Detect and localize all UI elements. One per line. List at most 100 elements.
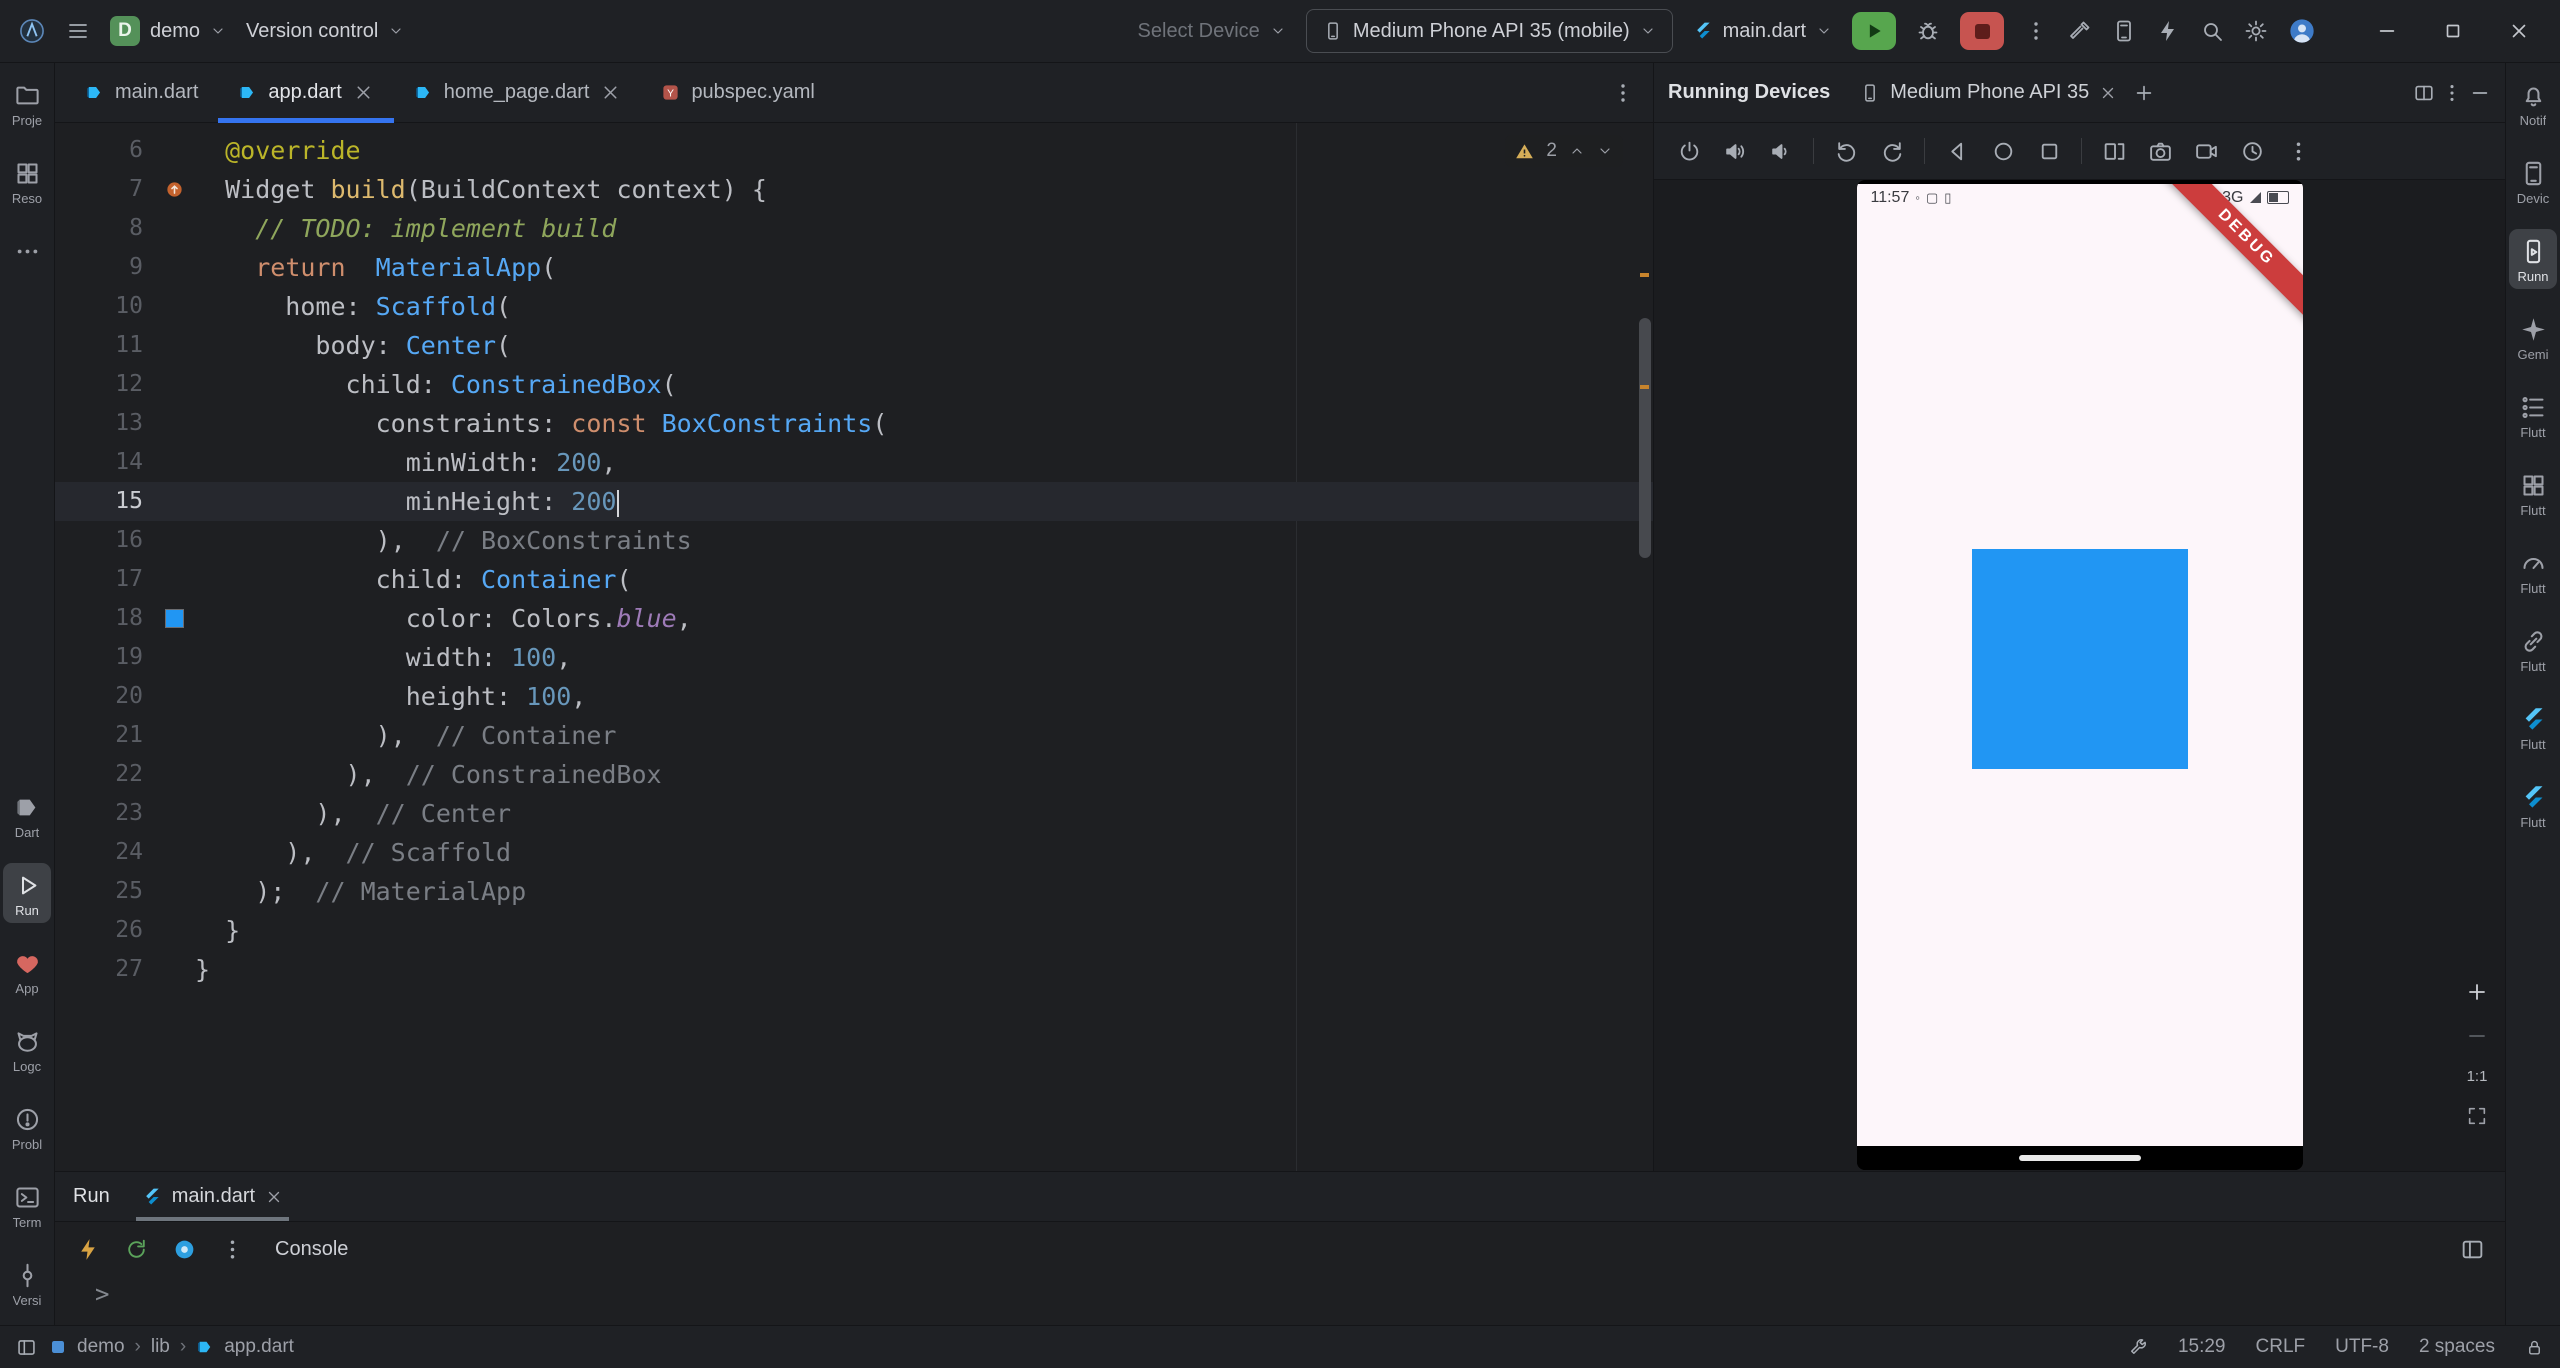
rotate-right-icon[interactable]	[1871, 131, 1913, 171]
layout-settings-icon[interactable]	[2451, 1229, 2493, 1269]
home-icon[interactable]	[1982, 131, 2024, 171]
line-number[interactable]: 17	[55, 560, 153, 599]
inspection-widget[interactable]: 2	[1505, 135, 1623, 167]
breadcrumb-folder[interactable]: lib	[151, 1336, 170, 1358]
editor-tab-app.dart[interactable]: app.dart	[218, 63, 395, 123]
zoom-reset-button[interactable]: 1:1	[2467, 1068, 2488, 1085]
code-line-19[interactable]: 19 width: 100,	[55, 638, 1653, 677]
tool-stripe-item-flutt[interactable]: Flutt	[2509, 619, 2557, 679]
previous-issue-icon[interactable]	[1569, 143, 1585, 159]
stop-button[interactable]	[1960, 12, 2004, 50]
scrollbar-thumb[interactable]	[1639, 318, 1651, 558]
breadcrumb[interactable]: demo › lib › app.dart	[49, 1336, 294, 1358]
tool-stripe-item-flutt[interactable]: Flutt	[2509, 463, 2557, 523]
select-device-dropdown[interactable]: Select Device	[1138, 20, 1286, 43]
tool-stripe-item-probl[interactable]: Probl	[3, 1097, 51, 1157]
line-number[interactable]: 25	[55, 872, 153, 911]
line-number[interactable]: 24	[55, 833, 153, 872]
close-icon[interactable]	[265, 1188, 283, 1206]
search-icon[interactable]	[2200, 19, 2224, 43]
line-number[interactable]: 15	[55, 482, 153, 521]
open-devtools-button[interactable]	[163, 1229, 205, 1269]
breadcrumb-project[interactable]: demo	[77, 1336, 125, 1358]
code-line-17[interactable]: 17 child: Container(	[55, 560, 1653, 599]
code-line-21[interactable]: 21 ), // Container	[55, 716, 1653, 755]
tool-stripe-item-reso[interactable]: Reso	[3, 151, 51, 211]
code-line-22[interactable]: 22 ), // ConstrainedBox	[55, 755, 1653, 794]
tool-stripe-item-more-h[interactable]	[3, 229, 51, 271]
line-number[interactable]: 19	[55, 638, 153, 677]
tool-stripe-item-versi[interactable]: Versi	[3, 1253, 51, 1313]
volume-down-icon[interactable]	[1760, 131, 1802, 171]
hot-reload-button[interactable]	[67, 1229, 109, 1269]
editor-tab-home_page.dart[interactable]: home_page.dart	[394, 63, 642, 122]
color-swatch-icon[interactable]	[153, 599, 195, 638]
code-editor[interactable]: 6 @override 7 Widget build(BuildContext c…	[55, 123, 1653, 1171]
warning-stripe-mark[interactable]	[1640, 273, 1649, 277]
editor-tab-main.dart[interactable]: main.dart	[65, 63, 218, 122]
power-icon[interactable]	[1668, 131, 1710, 171]
file-encoding[interactable]: UTF-8	[2335, 1336, 2389, 1358]
close-icon[interactable]	[353, 82, 374, 103]
line-number[interactable]: 18	[55, 599, 153, 638]
project-selector[interactable]: D demo	[110, 16, 226, 46]
overview-icon[interactable]	[2028, 131, 2070, 171]
record-icon[interactable]	[2185, 131, 2227, 171]
console-tab-label[interactable]: Console	[275, 1238, 348, 1261]
code-line-12[interactable]: 12 child: ConstrainedBox(	[55, 365, 1653, 404]
more-actions-icon[interactable]	[2024, 19, 2048, 43]
tool-stripe-item-gemi[interactable]: Gemi	[2509, 307, 2557, 367]
run-configuration-dropdown[interactable]: main.dart	[1693, 20, 1832, 43]
tool-window-layout-icon[interactable]	[16, 1337, 37, 1358]
override-gutter-icon[interactable]	[153, 170, 195, 209]
zoom-in-icon[interactable]	[2465, 980, 2489, 1004]
code-line-10[interactable]: 10 home: Scaffold(	[55, 287, 1653, 326]
line-number[interactable]: 10	[55, 287, 153, 326]
more-options-icon[interactable]	[2441, 82, 2463, 104]
split-window-icon[interactable]	[2413, 82, 2435, 104]
back-icon[interactable]	[1936, 131, 1978, 171]
code-line-20[interactable]: 20 height: 100,	[55, 677, 1653, 716]
code-line-11[interactable]: 11 body: Center(	[55, 326, 1653, 365]
zoom-out-icon[interactable]	[2465, 1024, 2489, 1048]
emulator-device[interactable]: 11:57 ◦ ▢ ▯ 3G DEBUG	[1856, 180, 2303, 1170]
window-close-button[interactable]	[2496, 11, 2542, 51]
hide-panel-icon[interactable]	[2469, 82, 2491, 104]
more-v-icon[interactable]	[2277, 131, 2319, 171]
main-menu-icon[interactable]	[66, 19, 90, 43]
line-number[interactable]: 13	[55, 404, 153, 443]
window-minimize-button[interactable]	[2364, 11, 2410, 51]
tool-stripe-item-flutt[interactable]: Flutt	[2509, 541, 2557, 601]
debug-button[interactable]	[1916, 19, 1940, 43]
line-number[interactable]: 8	[55, 209, 153, 248]
caret-position[interactable]: 15:29	[2178, 1336, 2226, 1358]
code-line-6[interactable]: 6 @override	[55, 131, 1653, 170]
more-icon[interactable]	[211, 1229, 253, 1269]
tool-stripe-item-run[interactable]: Run	[3, 863, 51, 923]
device-manager-icon[interactable]	[2112, 19, 2136, 43]
line-number[interactable]: 16	[55, 521, 153, 560]
line-number[interactable]: 7	[55, 170, 153, 209]
add-device-tab-icon[interactable]	[2133, 82, 2155, 104]
run-tab[interactable]: main.dart	[135, 1172, 290, 1221]
tool-stripe-item-devic[interactable]: Devic	[2509, 151, 2557, 211]
tab-options-icon[interactable]	[1593, 63, 1653, 122]
version-control-menu[interactable]: Version control	[246, 20, 404, 43]
code-line-18[interactable]: 18 color: Colors.blue,	[55, 599, 1653, 638]
code-line-7[interactable]: 7 Widget build(BuildContext context) {	[55, 170, 1653, 209]
profiler-icon[interactable]	[2156, 19, 2180, 43]
window-maximize-button[interactable]	[2430, 11, 2476, 51]
tool-stripe-item-flutt[interactable]: Flutt	[2509, 385, 2557, 445]
run-button[interactable]	[1852, 12, 1896, 50]
device-tab[interactable]: Medium Phone API 35	[1850, 81, 2127, 104]
tool-stripe-item-dart[interactable]: Dart	[3, 785, 51, 845]
lock-icon[interactable]	[2525, 1338, 2544, 1357]
tool-stripe-item-notif[interactable]: Notif	[2509, 73, 2557, 133]
line-ending[interactable]: CRLF	[2256, 1336, 2306, 1358]
code-line-15[interactable]: 15 minHeight: 200	[55, 482, 1653, 521]
code-line-9[interactable]: 9 return MaterialApp(	[55, 248, 1653, 287]
editor-scrollbar[interactable]	[1637, 123, 1653, 1171]
emulator-nav-bar[interactable]	[1856, 1146, 2303, 1170]
snapshot-icon[interactable]	[2231, 131, 2273, 171]
line-number[interactable]: 21	[55, 716, 153, 755]
